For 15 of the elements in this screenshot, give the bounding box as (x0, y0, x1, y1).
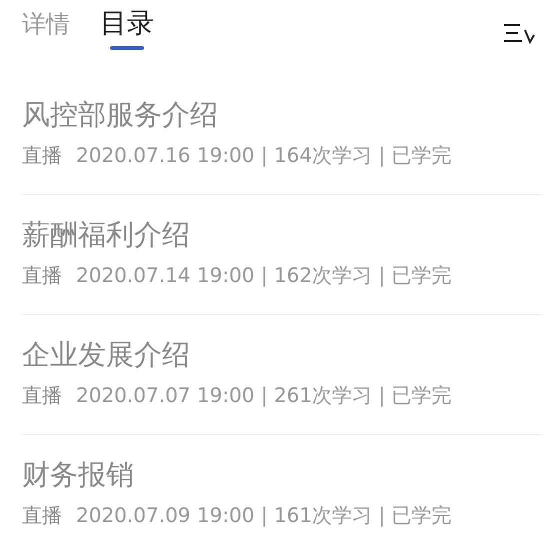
lesson-info: 2020.07.16 19:00 | 164次学习 | 已学完 (76, 142, 452, 168)
lesson-info: 2020.07.14 19:00 | 162次学习 | 已学完 (76, 262, 452, 288)
lesson-title[interactable]: 风控部服务介绍 (22, 96, 218, 132)
lesson-info: 2020.07.09 19:00 | 161次学习 | 已学完 (76, 502, 452, 529)
lesson-info: 2020.07.07 19:00 | 261次学习 | 已学完 (76, 382, 452, 408)
lesson-title[interactable]: 财务报销 (22, 457, 134, 493)
live-tag: 直播 (22, 501, 62, 529)
list-arrow-icon[interactable] (502, 22, 536, 44)
live-tag: 直播 (22, 380, 62, 408)
lesson-title[interactable]: 企业发展介绍 (22, 336, 190, 372)
lesson-title[interactable]: 薪酬福利介绍 (22, 216, 190, 252)
tab[interactable]: 详情 (22, 4, 70, 58)
tab[interactable]: 目录 (100, 4, 154, 58)
live-tag: 直播 (22, 140, 62, 168)
live-tag: 直播 (22, 260, 62, 288)
